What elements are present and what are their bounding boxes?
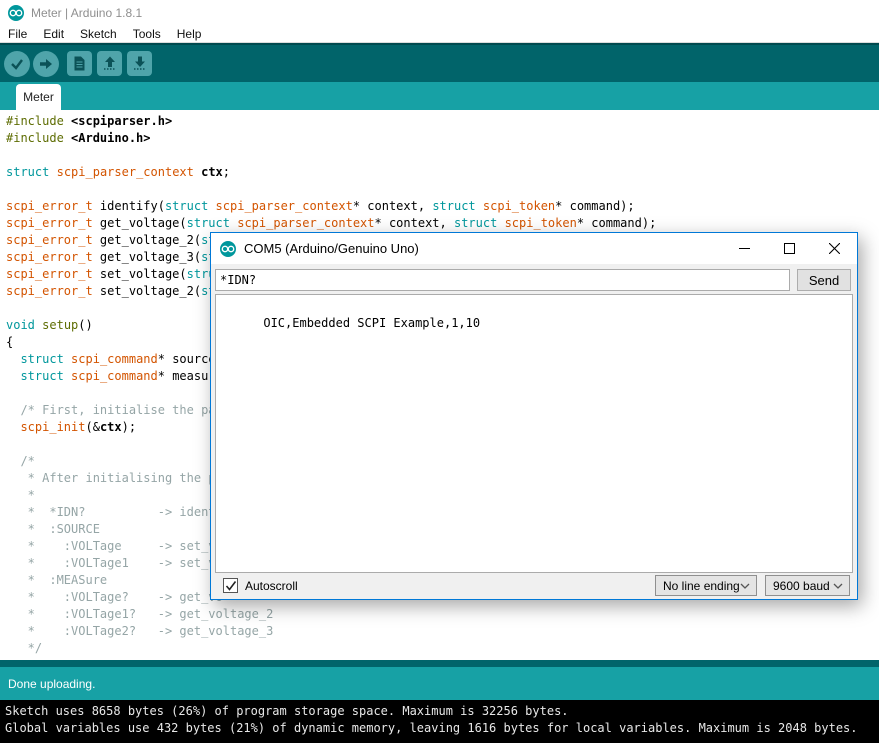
serial-monitor-title-bar[interactable]: COM5 (Arduino/Genuino Uno) <box>211 233 857 264</box>
code-line <box>6 147 879 164</box>
window-title: Meter | Arduino 1.8.1 <box>31 6 142 20</box>
menu-edit[interactable]: Edit <box>35 27 72 41</box>
maximize-icon <box>784 243 795 254</box>
tab-label: Meter <box>23 90 54 104</box>
document-icon <box>73 56 86 71</box>
serial-input[interactable] <box>215 269 790 291</box>
status-bar: Done uploading. <box>0 667 879 700</box>
baud-rate-select[interactable]: 9600 baud <box>765 575 850 596</box>
code-line: #include <scpiparser.h> <box>6 113 879 130</box>
code-line: * :VOLTage1? -> get_voltage_2 <box>6 606 879 623</box>
arduino-logo-icon <box>220 241 236 257</box>
console-output: Sketch uses 8658 bytes (26%) of program … <box>0 700 879 743</box>
console-line: Sketch uses 8658 bytes (26%) of program … <box>5 703 879 720</box>
baud-rate-value: 9600 baud <box>773 579 833 593</box>
arduino-logo-icon <box>8 5 24 21</box>
check-icon <box>10 58 24 70</box>
console-line: Global variables use 432 bytes (21%) of … <box>5 720 879 737</box>
tab-strip: Meter <box>0 82 879 110</box>
arrow-up-icon <box>103 56 117 71</box>
close-icon <box>829 243 840 254</box>
code-line: #include <Arduino.h> <box>6 130 879 147</box>
code-line: */ <box>6 640 879 657</box>
window-controls <box>722 233 857 264</box>
chevron-down-icon <box>740 583 750 589</box>
menu-file[interactable]: File <box>0 27 35 41</box>
serial-monitor-title: COM5 (Arduino/Genuino Uno) <box>244 241 419 256</box>
status-message: Done uploading. <box>8 677 95 691</box>
chevron-down-icon <box>833 583 843 589</box>
menu-sketch[interactable]: Sketch <box>72 27 125 41</box>
serial-output-area[interactable]: OIC,Embedded SCPI Example,1,10 <box>215 294 853 573</box>
autoscroll-label: Autoscroll <box>245 579 298 593</box>
menu-bar: File Edit Sketch Tools Help <box>0 26 879 43</box>
code-line: scpi_error_t identify(struct scpi_parser… <box>6 198 879 215</box>
autoscroll-checkbox[interactable] <box>223 578 238 593</box>
menu-help[interactable]: Help <box>169 27 210 41</box>
upload-button[interactable] <box>33 51 59 77</box>
line-ending-value: No line ending <box>663 579 740 593</box>
tab-meter[interactable]: Meter <box>16 84 61 110</box>
arduino-ide-window: Meter | Arduino 1.8.1 File Edit Sketch T… <box>0 0 879 743</box>
code-line: * :VOLTage2? -> get_voltage_3 <box>6 623 879 640</box>
minimize-button[interactable] <box>722 233 767 264</box>
send-row: Send <box>211 264 857 291</box>
minimize-icon <box>739 243 750 254</box>
code-line: struct scpi_parser_context ctx; <box>6 164 879 181</box>
code-line: scpi_error_t get_voltage(struct scpi_par… <box>6 215 879 232</box>
new-sketch-button[interactable] <box>67 51 92 76</box>
editor-console-divider <box>0 660 879 667</box>
verify-button[interactable] <box>4 51 30 77</box>
send-button[interactable]: Send <box>797 269 851 291</box>
right-arrow-icon <box>39 58 53 70</box>
checkmark-icon <box>225 580 237 592</box>
arrow-down-icon <box>133 56 147 71</box>
close-button[interactable] <box>812 233 857 264</box>
serial-monitor-bottom-bar: Autoscroll No line ending 9600 baud <box>211 573 857 598</box>
open-button[interactable] <box>97 51 122 76</box>
serial-output-text: OIC,Embedded SCPI Example,1,10 <box>263 316 480 330</box>
maximize-button[interactable] <box>767 233 812 264</box>
line-ending-select[interactable]: No line ending <box>655 575 757 596</box>
title-bar: Meter | Arduino 1.8.1 <box>0 0 879 26</box>
code-line <box>6 181 879 198</box>
serial-monitor-dialog: COM5 (Arduino/Genuino Uno) <box>210 232 858 600</box>
save-button[interactable] <box>127 51 152 76</box>
menu-tools[interactable]: Tools <box>125 27 169 41</box>
toolbar <box>0 43 879 82</box>
